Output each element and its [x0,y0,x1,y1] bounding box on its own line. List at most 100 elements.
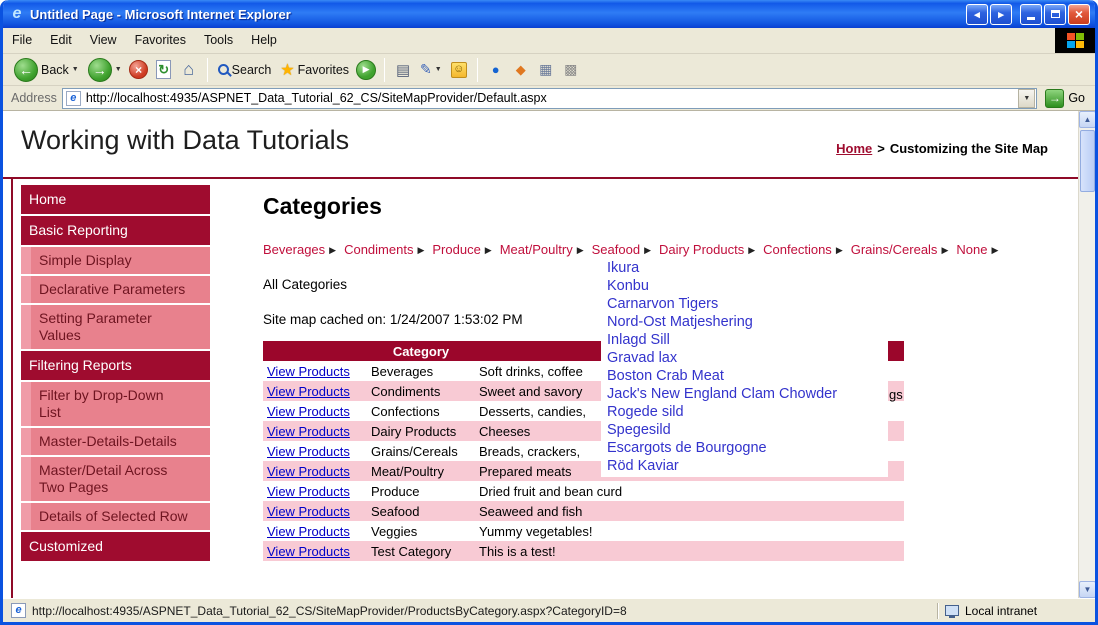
home-button[interactable]: ⌂ [178,58,200,82]
view-products-link[interactable]: View Products [267,364,350,379]
flyout-item-jacks-new-england-clam-chowder[interactable]: Jack's New England Clam Chowder [601,385,888,403]
flyout-item-nord-ost-matjeshering[interactable]: Nord-Ost Matjeshering [601,313,888,331]
forward-dropdown-icon[interactable]: ▼ [115,66,122,73]
flyout-item-boston-crab-meat[interactable]: Boston Crab Meat [601,367,888,385]
category-description-cell: Seaweed and fish [475,501,904,521]
flyout-item-spegesild[interactable]: Spegesild [601,421,888,439]
category-menu-item-produce[interactable]: Produce [432,242,480,257]
forward-button[interactable]: → ▼ [85,56,125,84]
view-products-link[interactable]: View Products [267,424,350,439]
flyout-item-gravad-lax[interactable]: Gravad lax [601,349,888,367]
view-products-link[interactable]: View Products [267,384,350,399]
menubar-item-file[interactable]: File [3,28,41,53]
sidebar-item-home[interactable]: Home [21,185,210,214]
category-menu-item-condiments[interactable]: Condiments [344,242,413,257]
address-input[interactable]: e http://localhost:4935/ASPNET_Data_Tuto… [61,87,1038,109]
view-products-link[interactable]: View Products [267,524,350,539]
stop-button[interactable]: × [128,58,150,82]
page-body: Home Basic Reporting Simple Display Decl… [3,177,1078,598]
edit-dropdown-icon[interactable]: ▼ [435,66,442,73]
page-icon: e [65,90,81,106]
minimize-button[interactable] [1020,3,1042,25]
scrollbar-thumb[interactable] [1080,130,1095,192]
forward-icon: → [87,57,112,82]
favorites-button[interactable]: ★ Favorites [277,58,352,82]
close-button[interactable]: × [1068,3,1090,25]
tool-button-3[interactable]: ▦ [535,58,557,82]
vertical-scrollbar[interactable]: ▲ ▼ [1078,111,1095,598]
flyout-item-escargots-de-bourgogne[interactable]: Escargots de Bourgogne [601,439,888,457]
back-button[interactable]: ← Back ▼ [11,56,82,84]
menubar-item-edit[interactable]: Edit [41,28,81,53]
menu-arrow-icon: ▶ [748,245,756,255]
category-menu-item-confections[interactable]: Confections [763,242,832,257]
search-button[interactable]: Search [215,61,275,79]
sidebar-item-setting-parameter-values[interactable]: Setting Parameter Values [21,305,210,349]
sidebar-item-filter-by-drop-down-list[interactable]: Filter by Drop-Down List [21,382,210,426]
category-menu-item-grains-cereals[interactable]: Grains/Cereals [851,242,938,257]
category-menu-item-none[interactable]: None [956,242,987,257]
category-menu-item-beverages[interactable]: Beverages [263,242,325,257]
menubar-item-view[interactable]: View [81,28,126,53]
sidebar-item-basic-reporting[interactable]: Basic Reporting [21,216,210,245]
breadcrumb-current: Customizing the Site Map [889,141,1048,156]
menubar-item-help[interactable]: Help [242,28,286,53]
print-button[interactable]: ▤ [392,58,414,82]
address-bar: Address e http://localhost:4935/ASPNET_D… [3,86,1095,111]
flyout-item-ikura[interactable]: Ikura [601,259,888,277]
go-label: Go [1068,91,1085,105]
breadcrumb-home-link[interactable]: Home [836,141,872,156]
sidebar-item-master-detail-across-two-pages[interactable]: Master/Detail Across Two Pages [21,457,210,501]
tool-button-1[interactable]: ● [485,58,507,82]
view-products-link[interactable]: View Products [267,404,350,419]
maximize-button[interactable] [1044,3,1066,25]
category-description-cell: This is a test! [475,541,904,561]
view-products-link[interactable]: View Products [267,484,350,499]
view-products-link[interactable]: View Products [267,464,350,479]
flyout-item-rogede-sild[interactable]: Rogede sild [601,403,888,421]
scroll-up-button[interactable]: ▲ [1079,111,1095,128]
flyout-item-inlagd-sill[interactable]: Inlagd Sill [601,331,888,349]
sidebar-item-filtering-reports[interactable]: Filtering Reports [21,351,210,380]
view-products-link[interactable]: View Products [267,444,350,459]
go-button[interactable]: → Go [1042,88,1091,108]
menu-arrow-icon: ▶ [991,245,999,255]
address-dropdown-button[interactable]: ▼ [1018,88,1036,108]
sidebar-item-declarative-parameters[interactable]: Declarative Parameters [21,276,210,303]
category-name-cell: Beverages [371,363,434,379]
back-dropdown-icon[interactable]: ▼ [72,66,79,73]
flyout-item-carnarvon-tigers[interactable]: Carnarvon Tigers [601,295,888,313]
sidebar-item-master-details-details[interactable]: Master-Details-Details [21,428,210,455]
toolbar: ← Back ▼ → ▼ × ↻ ⌂ Search ★ Favorites ▶ … [3,54,1095,86]
sidebar-item-simple-display[interactable]: Simple Display [21,247,210,274]
view-products-link[interactable]: View Products [267,544,350,559]
category-menu-item-meat-poultry[interactable]: Meat/Poultry [500,242,573,257]
category-menu-item-seafood[interactable]: Seafood [592,242,640,257]
menubar-item-favorites[interactable]: Favorites [126,28,195,53]
sidebar-item-customized[interactable]: Customized [21,532,210,561]
flyout-item-konbu[interactable]: Konbu [601,277,888,295]
tool-button-2[interactable]: ◆ [510,58,532,82]
search-label: Search [231,62,272,77]
flyout-item-rod-kaviar[interactable]: Röd Kaviar [601,457,888,475]
tool-button-4[interactable]: ▩ [560,58,582,82]
sidebar-item-details-of-selected-row[interactable]: Details of Selected Row [21,503,210,530]
media-button[interactable]: ▶ [355,58,377,82]
category-menu-item-dairy-products[interactable]: Dairy Products [659,242,744,257]
tool-icon-3: ▦ [539,61,553,77]
scroll-down-button[interactable]: ▼ [1079,581,1095,598]
category-name-cell: Dairy Products [367,421,475,441]
titlebar-extra-button-left[interactable]: ◂ [966,3,988,25]
category-row: View Products Seafood Seaweed and fish [263,501,904,521]
titlebar-extra-button-right[interactable]: ▸ [990,3,1012,25]
category-name-cell: Test Category [367,541,475,561]
category-row: View Products Veggies Yummy vegetables! [263,521,904,541]
menubar-item-tools[interactable]: Tools [195,28,242,53]
ie-logo-icon: e [12,5,22,22]
edit-button[interactable]: ✎ ▼ [417,59,445,80]
header-cell-empty [263,341,367,361]
refresh-button[interactable]: ↻ [153,58,175,82]
view-products-link[interactable]: View Products [267,504,350,519]
tool-icon-1: ● [491,62,500,77]
messenger-button[interactable]: ☺ [448,58,470,82]
